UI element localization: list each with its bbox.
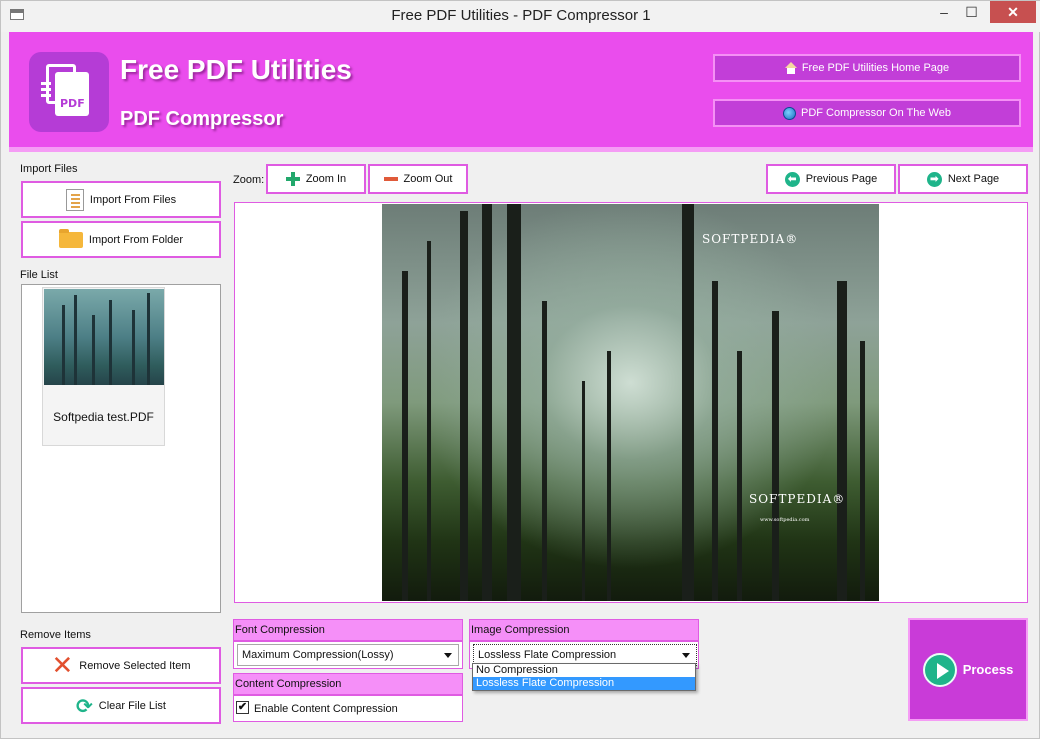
- content-compression-checkbox-label[interactable]: Enable Content Compression: [254, 703, 398, 715]
- preview-image: SOFTPEDIA® SOFTPEDIA® www.softpedia.com: [382, 204, 879, 601]
- title-bar: Free PDF Utilities - PDF Compressor 1 – …: [1, 1, 1040, 32]
- home-page-button[interactable]: Free PDF Utilities Home Page: [713, 54, 1021, 82]
- content-compression-panel: ✔ Enable Content Compression: [233, 695, 463, 722]
- minimize-button[interactable]: –: [931, 1, 957, 23]
- import-from-folder-label: Import From Folder: [88, 233, 184, 246]
- font-compression-panel: Maximum Compression(Lossy): [233, 641, 463, 669]
- import-files-label: Import Files: [20, 163, 78, 175]
- page-preview[interactable]: SOFTPEDIA® SOFTPEDIA® www.softpedia.com: [234, 202, 1028, 603]
- remove-x-icon: ✕: [51, 650, 74, 681]
- import-from-files-label: Import From Files: [89, 193, 177, 206]
- refresh-icon: ⟳: [75, 693, 93, 718]
- app-window: Free PDF Utilities - PDF Compressor 1 – …: [0, 0, 1040, 739]
- zoom-out-button[interactable]: Zoom Out: [368, 164, 468, 194]
- process-button[interactable]: Process: [908, 618, 1028, 721]
- clear-file-list-button[interactable]: ⟳ Clear File List: [21, 687, 221, 724]
- watermark-bottom: SOFTPEDIA®: [749, 492, 846, 506]
- image-compression-value: Lossless Flate Compression: [478, 649, 617, 661]
- remove-selected-label: Remove Selected Item: [79, 659, 191, 672]
- window-title: Free PDF Utilities - PDF Compressor 1: [391, 7, 651, 24]
- arrow-left-icon: ⬅: [784, 171, 800, 187]
- globe-icon: [783, 106, 796, 120]
- previous-page-button[interactable]: ⬅ Previous Page: [766, 164, 896, 194]
- watermark-top: SOFTPEDIA®: [702, 232, 799, 246]
- web-page-button[interactable]: PDF Compressor On The Web: [713, 99, 1021, 127]
- font-compression-select[interactable]: Maximum Compression(Lossy): [237, 644, 459, 666]
- close-button[interactable]: ✕: [990, 1, 1036, 23]
- plus-icon: [285, 172, 300, 186]
- chevron-down-icon: [682, 653, 690, 658]
- pdf-logo-icon: PDF: [29, 52, 109, 132]
- play-icon: [922, 652, 957, 687]
- zoom-in-label: Zoom In: [305, 173, 347, 185]
- image-compression-dropdown[interactable]: No Compression Lossless Flate Compressio…: [472, 663, 696, 691]
- remove-items-label: Remove Items: [20, 629, 91, 641]
- remove-selected-button[interactable]: ✕ Remove Selected Item: [21, 647, 221, 684]
- content-compression-label: Content Compression: [233, 673, 463, 695]
- logo-text: PDF: [60, 97, 85, 110]
- document-icon: [65, 188, 84, 211]
- minus-icon: [383, 177, 398, 181]
- image-compression-label: Image Compression: [469, 619, 699, 641]
- file-list-label: File List: [20, 269, 58, 281]
- import-from-folder-button[interactable]: Import From Folder: [21, 221, 221, 258]
- next-page-label: Next Page: [947, 173, 1000, 185]
- arrow-right-icon: ➡: [926, 171, 942, 187]
- maximize-button[interactable]: ☐: [957, 1, 986, 23]
- chevron-down-icon: [444, 653, 452, 658]
- dropdown-option-no-compression[interactable]: No Compression: [473, 664, 695, 677]
- zoom-in-button[interactable]: Zoom In: [266, 164, 366, 194]
- font-compression-label: Font Compression: [233, 619, 463, 641]
- file-list[interactable]: Softpedia test.PDF: [21, 284, 221, 613]
- thumbnail-image: [44, 289, 164, 385]
- file-name: Softpedia test.PDF: [53, 410, 154, 424]
- file-thumbnail[interactable]: Softpedia test.PDF: [42, 287, 165, 446]
- zoom-label: Zoom:: [233, 174, 265, 186]
- dropdown-option-lossless-flate[interactable]: Lossless Flate Compression: [473, 677, 695, 690]
- app-subtitle: PDF Compressor: [120, 108, 284, 130]
- folder-icon: [58, 228, 83, 248]
- web-page-label: PDF Compressor On The Web: [801, 107, 951, 119]
- house-icon: [784, 62, 797, 74]
- font-compression-value: Maximum Compression(Lossy): [242, 649, 394, 661]
- process-label: Process: [962, 662, 1014, 677]
- previous-page-label: Previous Page: [805, 173, 878, 185]
- zoom-out-label: Zoom Out: [403, 173, 453, 185]
- clear-file-list-label: Clear File List: [98, 699, 166, 712]
- next-page-button[interactable]: ➡ Next Page: [898, 164, 1028, 194]
- header-banner: PDF Free PDF Utilities PDF Compressor Fr…: [9, 32, 1033, 152]
- import-from-files-button[interactable]: Import From Files: [21, 181, 221, 218]
- app-title: Free PDF Utilities: [120, 54, 352, 85]
- watermark-url: www.softpedia.com: [760, 517, 810, 523]
- content-compression-checkbox[interactable]: ✔: [236, 701, 249, 714]
- home-page-label: Free PDF Utilities Home Page: [801, 62, 950, 74]
